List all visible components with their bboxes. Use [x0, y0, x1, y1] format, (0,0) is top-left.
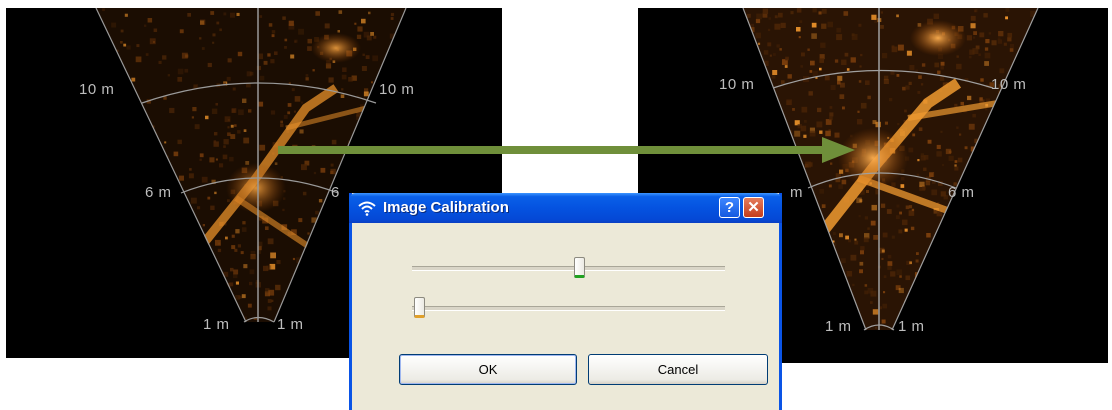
- range-label-10m-right: 10 m: [379, 81, 415, 98]
- ok-button[interactable]: OK: [399, 354, 577, 385]
- slider-1-track[interactable]: [412, 266, 725, 271]
- wireless-icon: [358, 201, 376, 216]
- arrow-right-icon: [278, 137, 855, 163]
- range-label-6m-left: m: [790, 184, 803, 201]
- range-label-6m-right: 6 m: [948, 184, 975, 201]
- range-label-1m-left: 1 m: [203, 316, 230, 333]
- range-label-6m-right: 6: [331, 184, 340, 201]
- range-label-6m-left: 6 m: [145, 184, 172, 201]
- range-label-10m-right: 10 m: [991, 76, 1027, 93]
- range-label-1m-right: 1 m: [898, 318, 925, 335]
- cancel-button[interactable]: Cancel: [588, 354, 768, 385]
- close-button[interactable]: ✕: [743, 197, 764, 218]
- slider-2-thumb[interactable]: [414, 297, 425, 318]
- range-label-10m-left: 10 m: [79, 81, 115, 98]
- help-button[interactable]: ?: [719, 197, 740, 218]
- image-calibration-dialog: Image Calibration ? ✕ OK Cancel: [349, 193, 782, 410]
- range-label-1m-left: 1 m: [825, 318, 852, 335]
- dialog-title: Image Calibration: [383, 199, 509, 216]
- range-label-10m-left: 10 m: [719, 76, 755, 93]
- range-label-1m-right: 1 m: [277, 316, 304, 333]
- slider-2-track[interactable]: [412, 306, 725, 311]
- dialog-titlebar[interactable]: Image Calibration ? ✕: [349, 193, 782, 223]
- slider-1-thumb[interactable]: [574, 257, 586, 278]
